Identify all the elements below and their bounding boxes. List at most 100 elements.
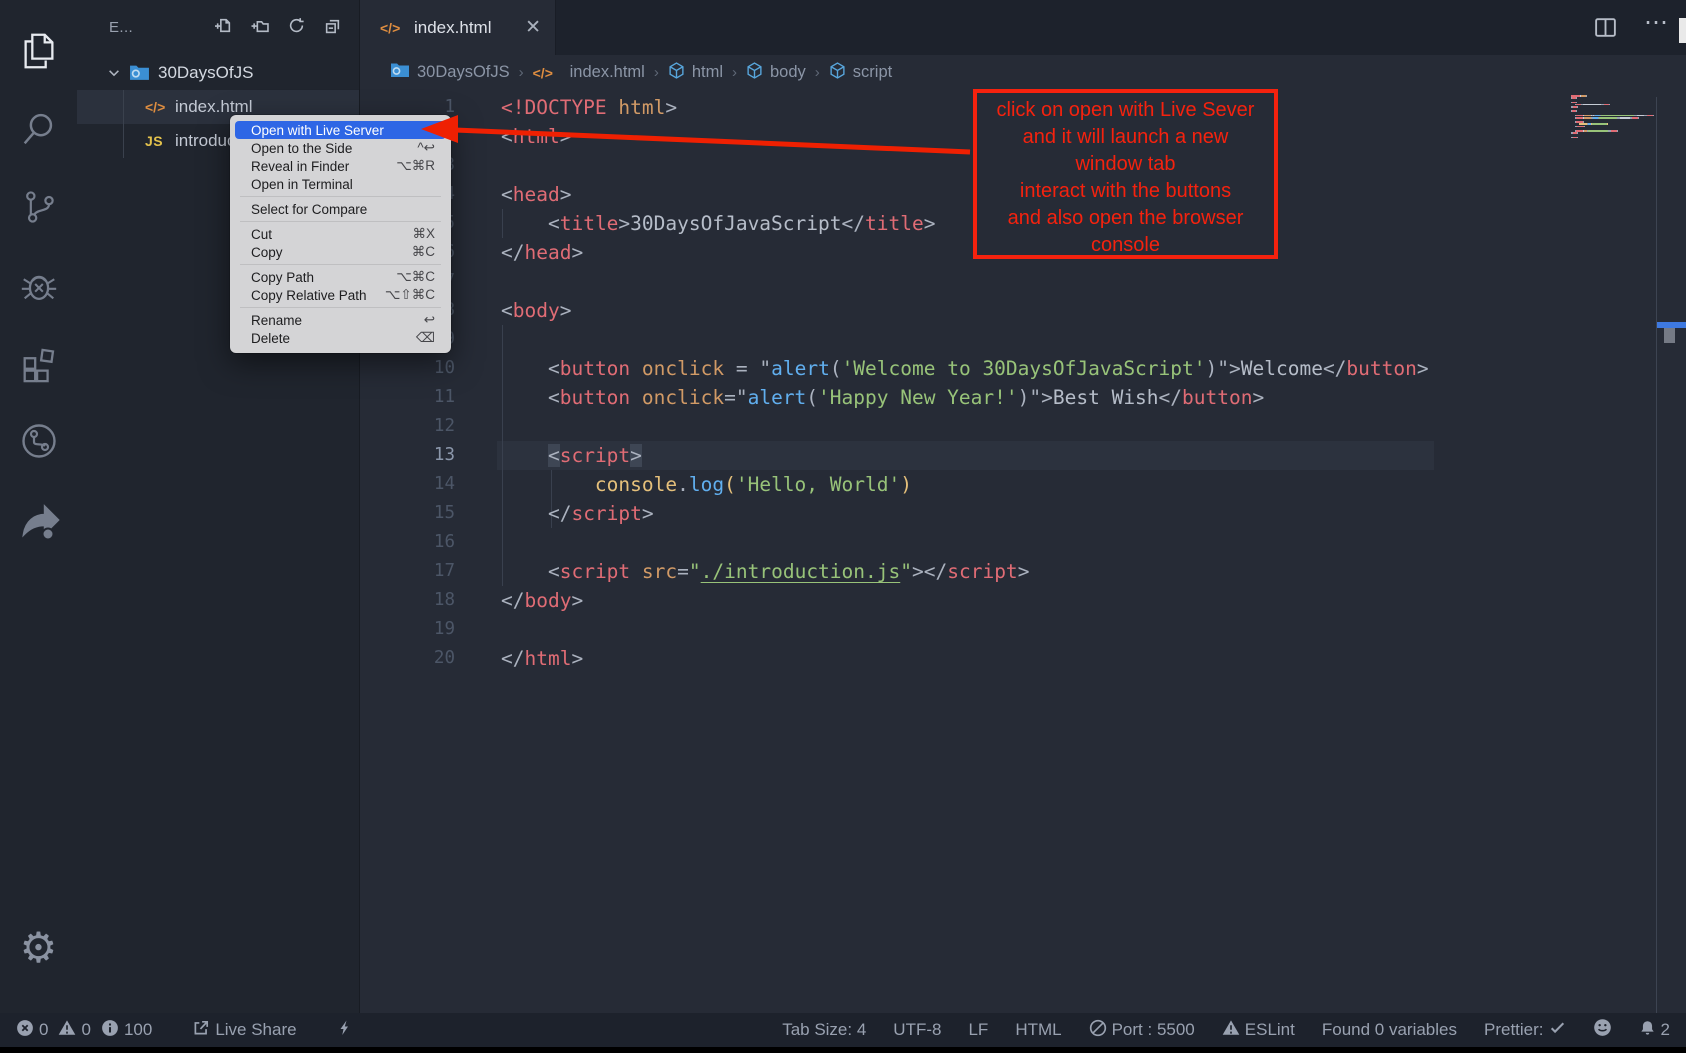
scrollbar-thumb[interactable]: [1664, 328, 1675, 343]
scrollbar-top-sliver: [1679, 18, 1686, 43]
status-item-0[interactable]: 0: [16, 1019, 48, 1042]
error-icon: [16, 1019, 34, 1042]
menu-item-label: Copy: [251, 245, 283, 260]
menu-item-copy-path[interactable]: Copy Path⌥⌘C: [235, 268, 446, 286]
status-item-100[interactable]: 100: [101, 1019, 152, 1042]
menu-item-label: Reveal in Finder: [251, 159, 349, 174]
status-item-label: Live Share: [215, 1020, 296, 1040]
split-editor-icon[interactable]: [1593, 15, 1618, 40]
menu-item-shortcut: ⌘X: [412, 226, 435, 242]
menu-item-cut[interactable]: Cut⌘X: [235, 225, 446, 243]
folder-name: 30DaysOfJS: [158, 63, 253, 83]
menu-item-label: Delete: [251, 331, 290, 346]
more-actions-icon[interactable]: ⋯: [1644, 23, 1670, 33]
code-line-1: <!DOCTYPE html>: [501, 93, 677, 122]
status-item-0[interactable]: 0: [58, 1019, 90, 1042]
menu-item-select-for-compare[interactable]: Select for Compare: [235, 200, 446, 218]
code-line-13: <script>: [501, 441, 642, 470]
annotation-text: interact with the buttons: [977, 178, 1274, 205]
menu-item-label: Open in Terminal: [251, 177, 353, 192]
line-number: 10: [395, 354, 455, 383]
line-number: 18: [395, 586, 455, 615]
code-line-5: <title>30DaysOfJavaScript</title>: [501, 209, 935, 238]
menu-item-open-to-the-side[interactable]: Open to the Side^↩: [235, 139, 446, 157]
status-item-label: 2: [1661, 1020, 1670, 1040]
export-icon: [192, 1019, 210, 1042]
menu-item-rename[interactable]: Rename↩: [235, 311, 446, 329]
activity-bar-extensions-icon[interactable]: [0, 324, 77, 402]
context-menu: Open with Live ServerOpen to the Side^↩R…: [230, 115, 451, 353]
status-item-tab-size-4[interactable]: Tab Size: 4: [782, 1020, 866, 1040]
activity-bar-live-share-icon[interactable]: [0, 480, 77, 558]
info-icon: [101, 1019, 119, 1042]
bell-icon: [1639, 1019, 1656, 1042]
menu-item-shortcut: ↩: [424, 312, 435, 328]
menu-item-label: Copy Path: [251, 270, 314, 285]
smiley-icon: [1593, 1018, 1612, 1042]
line-number: 19: [395, 615, 455, 644]
status-item-prettier-[interactable]: Prettier:: [1484, 1019, 1566, 1041]
menu-item-reveal-in-finder[interactable]: Reveal in Finder ⌥⌘R: [235, 157, 446, 175]
status-item-html[interactable]: HTML: [1015, 1020, 1061, 1040]
collapse-folders-icon[interactable]: [324, 17, 341, 39]
activity-bar-settings-gear-icon[interactable]: ⚙: [0, 909, 77, 987]
check-icon: [1549, 1019, 1566, 1041]
status-item-lf[interactable]: LF: [968, 1020, 988, 1040]
status-item-2[interactable]: 2: [1639, 1019, 1670, 1042]
window-bottom-strip: [0, 1047, 1686, 1053]
activity-bar-circle-branch-icon[interactable]: [0, 402, 77, 480]
code-line-18: </body>: [501, 586, 583, 615]
js-file-icon: JS: [145, 133, 175, 149]
menu-item-label: Copy Relative Path: [251, 288, 367, 303]
status-bar-right: Tab Size: 4 UTF-8 LF HTML Port : 5500 ESLint F…: [782, 1018, 1670, 1042]
refresh-icon[interactable]: [288, 17, 305, 39]
status-item-utf-8[interactable]: UTF-8: [893, 1020, 941, 1040]
activity-bar-explorer-icon[interactable]: [0, 12, 77, 90]
line-number: 20: [395, 644, 455, 673]
code-line-2: <html>: [501, 122, 571, 151]
html-file-icon: </>: [145, 99, 175, 115]
line-number: 17: [395, 557, 455, 586]
chevron-down-icon: [107, 66, 121, 80]
status-item-label: 0: [81, 1020, 90, 1040]
status-item-found-0-variables[interactable]: Found 0 variables: [1322, 1020, 1457, 1040]
menu-item-label: Open to the Side: [251, 141, 352, 156]
menu-item-label: Open with Live Server: [251, 123, 384, 138]
menu-item-shortcut: ⌥⇧⌘C: [385, 287, 435, 303]
code-line-14: console.log('Hello, World'): [501, 470, 912, 499]
status-item-bolt-icon[interactable]: [337, 1019, 353, 1042]
new-folder-icon[interactable]: [251, 17, 269, 39]
menu-item-copy-relative-path[interactable]: Copy Relative Path ⌥⇧⌘C: [235, 286, 446, 304]
editor-actions: ⋯: [1593, 0, 1670, 55]
activity-bar-debug-icon[interactable]: [0, 246, 77, 324]
menu-item-delete[interactable]: Delete⌫: [235, 329, 446, 347]
menu-item-open-with-live-server[interactable]: Open with Live Server: [235, 121, 446, 139]
menu-item-label: Select for Compare: [251, 202, 367, 217]
annotation-box: click on open with Live Severand it will…: [973, 89, 1278, 259]
line-number: 13: [395, 441, 455, 470]
status-item-eslint[interactable]: ESLint: [1222, 1019, 1295, 1042]
menu-item-copy[interactable]: Copy⌘C: [235, 243, 446, 261]
new-file-icon[interactable]: [215, 17, 232, 39]
minimap[interactable]: [1571, 95, 1656, 139]
status-item-port-5500[interactable]: Port : 5500: [1089, 1019, 1195, 1042]
vscode-window: ⚙ E... 30DaysOfJS </>index.htmlJSintrodu…: [0, 0, 1686, 1053]
code-line-17: <script src="./introduction.js"></script…: [501, 557, 1029, 586]
status-item-label: Found 0 variables: [1322, 1020, 1457, 1040]
menu-item-open-in-terminal[interactable]: Open in Terminal: [235, 175, 446, 193]
code-line-20: </html>: [501, 644, 583, 673]
annotation-text: and also open the browser: [977, 205, 1274, 232]
status-item-live-share[interactable]: Live Share: [192, 1019, 296, 1042]
folder-section-header[interactable]: 30DaysOfJS: [77, 55, 359, 90]
port-icon: [1089, 1019, 1107, 1042]
explorer-title: E...: [109, 19, 133, 36]
code-line-15: </script>: [501, 499, 654, 528]
activity-bar-search-icon[interactable]: [0, 90, 77, 168]
status-bar-left: 0 0 100 Live Share: [16, 1019, 353, 1042]
activity-bar-source-control-icon[interactable]: [0, 168, 77, 246]
explorer-header: E...: [77, 0, 359, 55]
editor-scrollbar[interactable]: [1656, 97, 1686, 1013]
status-item-smiley-icon[interactable]: [1593, 1018, 1612, 1042]
menu-item-shortcut: ⌥⌘R: [396, 158, 435, 174]
annotation-text: click on open with Live Sever: [977, 97, 1274, 124]
